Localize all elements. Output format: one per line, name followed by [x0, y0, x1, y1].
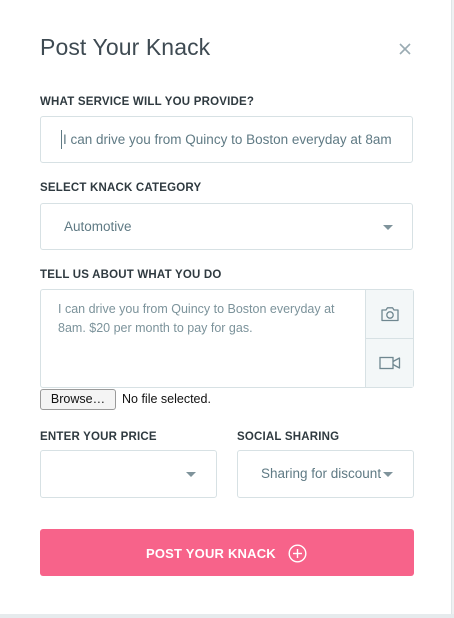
price-label: ENTER YOUR PRICE	[40, 431, 157, 443]
social-selected-value: Sharing for discount	[261, 466, 382, 481]
about-textarea-value: I can drive you from Quincy to Boston ev…	[58, 302, 335, 335]
backdrop-edge	[0, 614, 454, 618]
post-knack-modal: Post Your Knack WHAT SERVICE WILL YOU PR…	[0, 0, 452, 614]
file-status: No file selected.	[122, 392, 211, 406]
chevron-down-icon	[186, 472, 196, 477]
plus-circle-icon	[288, 544, 307, 568]
chevron-down-icon	[383, 225, 393, 230]
modal-title: Post Your Knack	[40, 34, 211, 60]
add-video-button[interactable]	[365, 339, 413, 387]
camera-icon	[380, 307, 399, 322]
chevron-down-icon	[383, 472, 393, 477]
close-icon[interactable]	[397, 41, 413, 57]
category-select[interactable]: Automotive	[40, 203, 413, 250]
service-label: WHAT SERVICE WILL YOU PROVIDE?	[40, 96, 255, 108]
category-selected-value: Automotive	[64, 219, 132, 234]
browse-button[interactable]: Browse…	[40, 389, 116, 410]
social-select[interactable]: Sharing for discount	[237, 450, 414, 498]
post-knack-button-label: POST YOUR KNACK	[146, 546, 276, 561]
video-camera-icon	[378, 356, 400, 370]
social-label: SOCIAL SHARING	[237, 431, 340, 443]
service-input[interactable]: I can drive you from Quincy to Boston ev…	[40, 116, 413, 163]
about-textarea[interactable]: I can drive you from Quincy to Boston ev…	[40, 289, 414, 388]
post-knack-button[interactable]: POST YOUR KNACK	[40, 529, 414, 576]
price-select[interactable]	[40, 450, 217, 498]
service-input-value: I can drive you from Quincy to Boston ev…	[63, 132, 392, 147]
text-caret	[61, 130, 62, 149]
category-label: SELECT KNACK CATEGORY	[40, 182, 202, 194]
add-photo-button[interactable]	[365, 290, 413, 339]
about-label: TELL US ABOUT WHAT YOU DO	[40, 269, 222, 281]
